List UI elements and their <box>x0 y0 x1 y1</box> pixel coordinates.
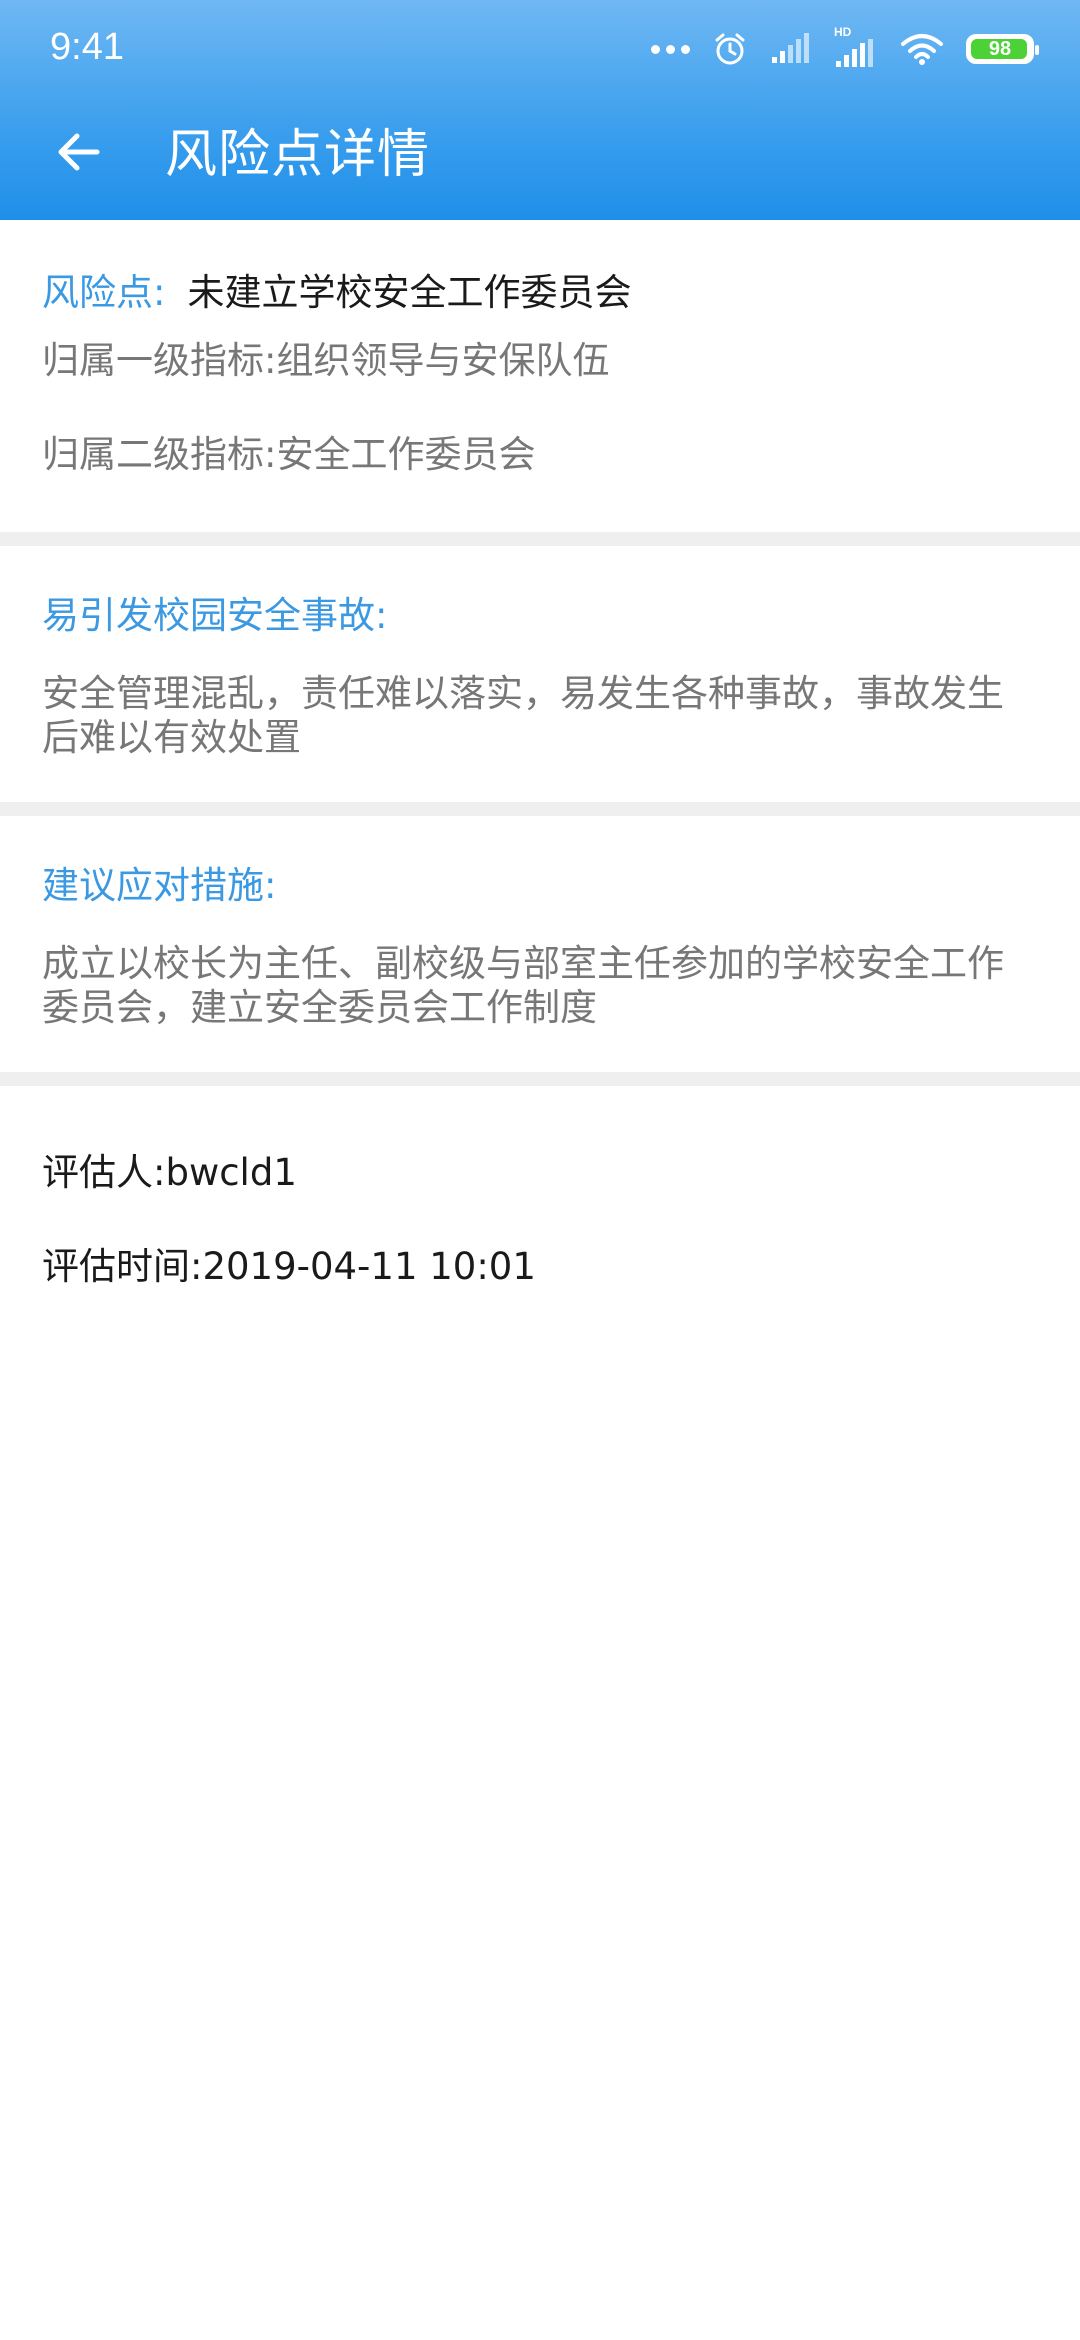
assessment-section: 评估人:bwcld1 评估时间:2019-04-11 10:01 <box>0 1086 1080 1314</box>
more-dots-icon <box>651 44 690 54</box>
assessment-time: 评估时间:2019-04-11 10:01 <box>42 1245 536 1288</box>
risk-point-row: 风险点: 未建立学校安全工作委员会 <box>42 220 1038 314</box>
wifi-icon <box>901 34 943 65</box>
assessor: 评估人:bwcld1 <box>42 1151 297 1194</box>
toolbar: 风险点详情 <box>0 100 1080 220</box>
signal-icon <box>772 33 809 63</box>
arrow-left-icon <box>58 133 100 171</box>
risk-point-label: 风险点: <box>42 271 166 314</box>
battery-icon: 98 <box>966 34 1039 64</box>
divider <box>0 532 1080 546</box>
back-button[interactable] <box>46 120 110 184</box>
accident-heading: 易引发校园安全事故: <box>42 594 388 637</box>
hd-signal-icon: HD <box>834 25 878 69</box>
battery-level: 98 <box>988 37 1012 60</box>
level2-indicator: 归属二级指标:安全工作委员会 <box>42 433 536 476</box>
measures-text: 成立以校长为主任、副校级与部室主任参加的学校安全工作委员会，建立安全委员会工作制… <box>42 942 1004 1029</box>
divider <box>0 1072 1080 1086</box>
risk-point-value: 未建立学校安全工作委员会 <box>187 271 632 314</box>
status-time: 9:41 <box>50 26 124 68</box>
divider <box>0 802 1080 816</box>
risk-info-section: 风险点: 未建立学校安全工作委员会 归属一级指标:组织领导与安保队伍 归属二级指标… <box>0 220 1080 532</box>
status-bar: 9:41 HD 98 <box>0 0 1080 100</box>
level1-indicator: 归属一级指标:组织领导与安保队伍 <box>42 339 610 382</box>
status-icons: HD 98 <box>651 24 1039 74</box>
measures-heading: 建议应对措施: <box>42 864 277 907</box>
accident-text: 安全管理混乱，责任难以落实，易发生各种事故，事故发生后难以有效处置 <box>42 672 1004 759</box>
accident-section: 易引发校园安全事故: 安全管理混乱，责任难以落实，易发生各种事故，事故发生后难以… <box>0 546 1080 802</box>
measures-section: 建议应对措施: 成立以校长为主任、副校级与部室主任参加的学校安全工作委员会，建立… <box>0 816 1080 1072</box>
alarm-icon <box>715 33 745 65</box>
hd-label: HD <box>834 25 852 39</box>
content: 风险点: 未建立学校安全工作委员会 归属一级指标:组织领导与安保队伍 归属二级指标… <box>0 220 1080 1314</box>
app-bar: 9:41 HD 98 风险点详情 <box>0 0 1080 220</box>
page-title: 风险点详情 <box>165 125 431 185</box>
